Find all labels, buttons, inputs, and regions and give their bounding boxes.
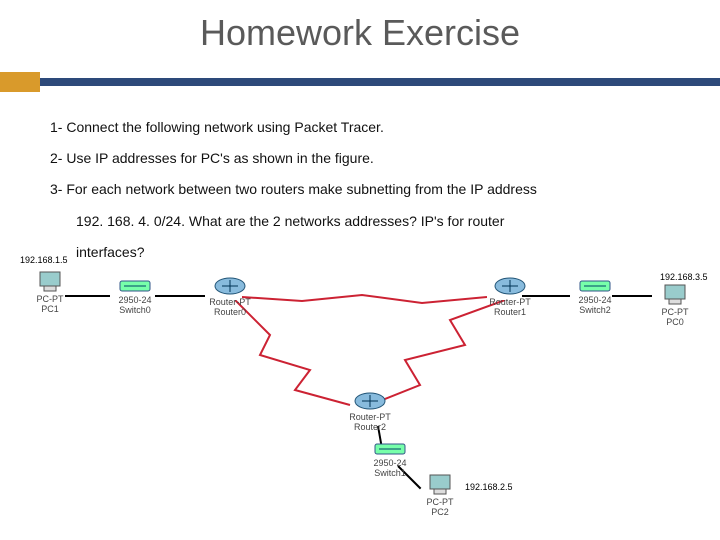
instruction-3: 3- For each network between two routers …: [50, 177, 690, 202]
switch-icon: [110, 277, 160, 295]
node-type: Router-PT: [345, 413, 395, 422]
instructions-block: 1- Connect the following network using P…: [50, 115, 690, 271]
node-r2: Router-PT Router2: [345, 390, 395, 433]
ip-pc2: 192.168.2.5: [465, 482, 513, 492]
node-name: Switch0: [110, 306, 160, 315]
node-name: PC2: [415, 508, 465, 517]
router-icon: [205, 275, 255, 297]
node-sw0: 2950-24 Switch0: [110, 277, 160, 316]
node-name: Router2: [345, 423, 395, 432]
accent-orange: [0, 72, 40, 92]
node-type: Router-PT: [485, 298, 535, 307]
node-type: PC-PT: [415, 498, 465, 507]
node-name: Router1: [485, 308, 535, 317]
title-underline: [0, 72, 720, 92]
node-pc2: PC-PT PC2: [415, 473, 465, 518]
pc-icon: [650, 283, 700, 307]
node-name: PC1: [25, 305, 75, 314]
pc-icon: [25, 270, 75, 294]
node-type: 2950-24: [570, 296, 620, 305]
switch-icon: [570, 277, 620, 295]
network-diagram: 192.168.1.5 192.168.3.5 192.168.2.5 PC-P…: [10, 255, 710, 515]
pc-icon: [415, 473, 465, 497]
node-type: 2950-24: [110, 296, 160, 305]
node-name: Switch1: [365, 469, 415, 478]
node-type: PC-PT: [25, 295, 75, 304]
link-sw0-r0: [155, 295, 205, 297]
node-r0: Router-PT Router0: [205, 275, 255, 318]
instruction-2: 2- Use IP addresses for PC's as shown in…: [50, 146, 690, 171]
page-title: Homework Exercise: [0, 0, 720, 54]
node-name: Router0: [205, 308, 255, 317]
node-name: PC0: [650, 318, 700, 327]
node-pc1: PC-PT PC1: [25, 270, 75, 315]
router-icon: [345, 390, 395, 412]
node-type: PC-PT: [650, 308, 700, 317]
node-r1: Router-PT Router1: [485, 275, 535, 318]
switch-icon: [365, 440, 415, 458]
instruction-1: 1- Connect the following network using P…: [50, 115, 690, 140]
node-type: Router-PT: [205, 298, 255, 307]
accent-blue: [40, 78, 720, 86]
node-name: Switch2: [570, 306, 620, 315]
instruction-3b: 192. 168. 4. 0/24. What are the 2 networ…: [50, 209, 690, 234]
node-pc0: PC-PT PC0: [650, 283, 700, 328]
router-icon: [485, 275, 535, 297]
node-sw1: 2950-24 Switch1: [365, 440, 415, 479]
ip-pc0: 192.168.3.5: [660, 272, 708, 282]
ip-pc1: 192.168.1.5: [20, 255, 68, 265]
node-sw2: 2950-24 Switch2: [570, 277, 620, 316]
node-type: 2950-24: [365, 459, 415, 468]
